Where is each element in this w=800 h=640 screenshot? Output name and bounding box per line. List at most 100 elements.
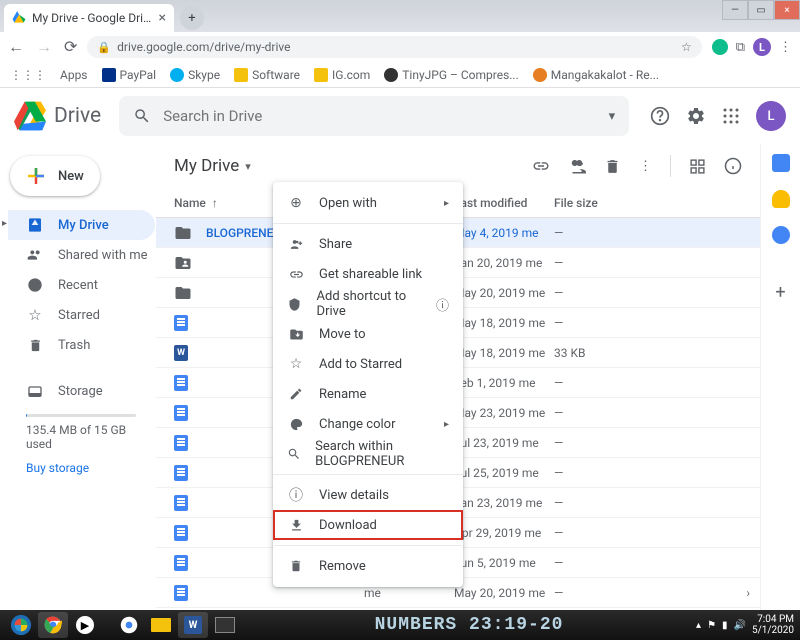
tab-close-icon[interactable]: × [159,10,166,26]
view-grid-icon[interactable] [689,158,706,175]
system-tray: ▴ ⚑ ▮ 🔊 7:04 PM 5/1/2020 [696,614,794,636]
calendar-icon[interactable] [772,154,790,172]
apps-icon[interactable]: ⋮⋮⋮ [10,68,46,82]
ext-icon-2[interactable]: ⧉ [736,40,745,55]
file-modified: May 18, 2019 me [454,316,554,330]
palette-icon [287,417,305,432]
new-tab-button[interactable]: + [180,6,204,30]
sidebar-item-starred[interactable]: ☆Starred [8,300,155,330]
search-options-icon[interactable]: ▾ [609,109,616,124]
details-icon[interactable] [724,157,742,175]
tray-flag-icon[interactable]: ⚑ [707,620,716,631]
chevron-right-icon[interactable]: ▸ [2,218,7,229]
location-title[interactable]: My Drive▾ [174,156,251,176]
sidebar-item-trash[interactable]: Trash [8,330,155,360]
task-word[interactable]: W [178,612,208,638]
browser-chrome: My Drive - Google Drive × + — ▭ × ← → ⟳ … [0,0,800,88]
delete-icon[interactable] [604,158,621,175]
window-minimize[interactable]: — [722,0,748,20]
ctx-add-starred[interactable]: ☆Add to Starred [273,349,463,379]
lock-icon: 🔒 [97,41,111,54]
star-icon: ☆ [287,356,305,372]
ctx-change-color[interactable]: Change color▸ [273,409,463,439]
window-close[interactable]: × [774,0,800,20]
storage-section: Storage 135.4 MB of 15 GB used Buy stora… [8,376,155,475]
sidebar-item-storage[interactable]: Storage [26,376,155,406]
bookmark-ig[interactable]: IG.com [314,68,370,82]
task-app-2[interactable]: ▶ [70,612,100,638]
window-maximize[interactable]: ▭ [748,0,774,20]
new-button[interactable]: New [10,156,100,196]
file-modified: Feb 1, 2019 me [454,376,554,390]
bookmark-skype[interactable]: Skype [170,68,220,82]
buy-storage-link[interactable]: Buy storage [26,461,155,475]
task-explorer[interactable] [146,612,176,638]
ctx-remove[interactable]: Remove [273,551,463,581]
ctx-open-with[interactable]: ⊕Open with▸ [273,188,463,218]
share-icon[interactable] [568,157,586,175]
col-modified[interactable]: Last modified [454,196,554,210]
bookmark-manga[interactable]: Mangakakalot - Re... [533,68,659,82]
remove-icon [287,559,305,573]
task-chrome[interactable] [38,612,68,638]
file-size: — [554,226,624,240]
sidebar-item-mydrive[interactable]: My Drive [8,210,155,240]
ctx-add-shortcut[interactable]: Add shortcut to Driveⓘ [273,289,463,319]
bookmark-apps[interactable]: Apps [60,68,88,82]
bookmark-paypal[interactable]: PayPal [102,68,157,82]
account-avatar[interactable]: L [756,101,786,131]
profile-icon[interactable]: L [753,38,771,56]
address-bar[interactable]: 🔒 drive.google.com/drive/my-drive ☆ [87,36,701,58]
get-link-icon[interactable] [532,157,550,175]
nav-back-icon[interactable]: ← [8,37,24,57]
sidebar-item-recent[interactable]: Recent [8,270,155,300]
tasks-icon[interactable] [772,226,790,244]
tray-volume-icon[interactable]: 🔊 [734,620,746,631]
ctx-view-details[interactable]: ⓘView details [273,480,463,510]
bookmark-tinyjpg[interactable]: TinyJPG – Compres... [384,68,519,82]
file-icon [174,495,194,511]
ctx-share[interactable]: Share [273,229,463,259]
details-icon: ⓘ [287,485,305,505]
search-box[interactable]: ▾ [119,96,629,136]
tab-strip: My Drive - Google Drive × + [0,0,800,32]
file-size: — [554,406,624,420]
more-icon[interactable]: ⋮ [639,159,652,174]
ctx-get-link[interactable]: Get shareable link [273,259,463,289]
search-input[interactable] [163,107,596,125]
tray-datetime[interactable]: 7:04 PM 5/1/2020 [752,614,794,636]
add-icon[interactable]: + [775,282,785,303]
shortcut-icon [287,297,303,312]
task-chrome-2[interactable] [114,612,144,638]
tray-up-icon[interactable]: ▴ [696,620,701,631]
star-icon[interactable]: ☆ [681,40,692,54]
col-size[interactable]: File size [554,196,624,210]
bookmark-software[interactable]: Software [234,68,300,82]
apps-grid-icon[interactable] [722,107,740,125]
file-owner: me [364,586,454,600]
ext-icon-1[interactable] [712,39,728,55]
shared-icon [26,247,44,263]
settings-icon[interactable] [686,106,706,126]
file-size: — [554,466,624,480]
drive-logo[interactable]: Drive [14,100,101,132]
ctx-rename[interactable]: Rename [273,379,463,409]
nav-reload-icon[interactable]: ⟳ [64,37,77,57]
task-app-media[interactable] [210,612,240,638]
tray-network-icon[interactable]: ▮ [722,620,728,631]
ctx-download[interactable]: Download [273,510,463,540]
menu-icon[interactable]: ⋮ [779,40,792,55]
nav-forward-icon[interactable]: → [36,37,52,57]
address-row: ← → ⟳ 🔒 drive.google.com/drive/my-drive … [0,32,800,62]
ctx-move-to[interactable]: Move to [273,319,463,349]
sidebar-item-shared[interactable]: Shared with me [8,240,155,270]
browser-tab-active[interactable]: My Drive - Google Drive × [4,4,174,32]
move-icon [287,327,305,342]
open-with-icon: ⊕ [287,195,305,211]
scroll-right-icon[interactable]: › [746,586,750,600]
ctx-search-within[interactable]: Search within BLOGPRENEUR [273,439,463,469]
keep-icon[interactable] [772,190,790,208]
help-icon[interactable] [650,106,670,126]
start-button[interactable] [6,612,36,638]
file-icon [174,284,194,302]
